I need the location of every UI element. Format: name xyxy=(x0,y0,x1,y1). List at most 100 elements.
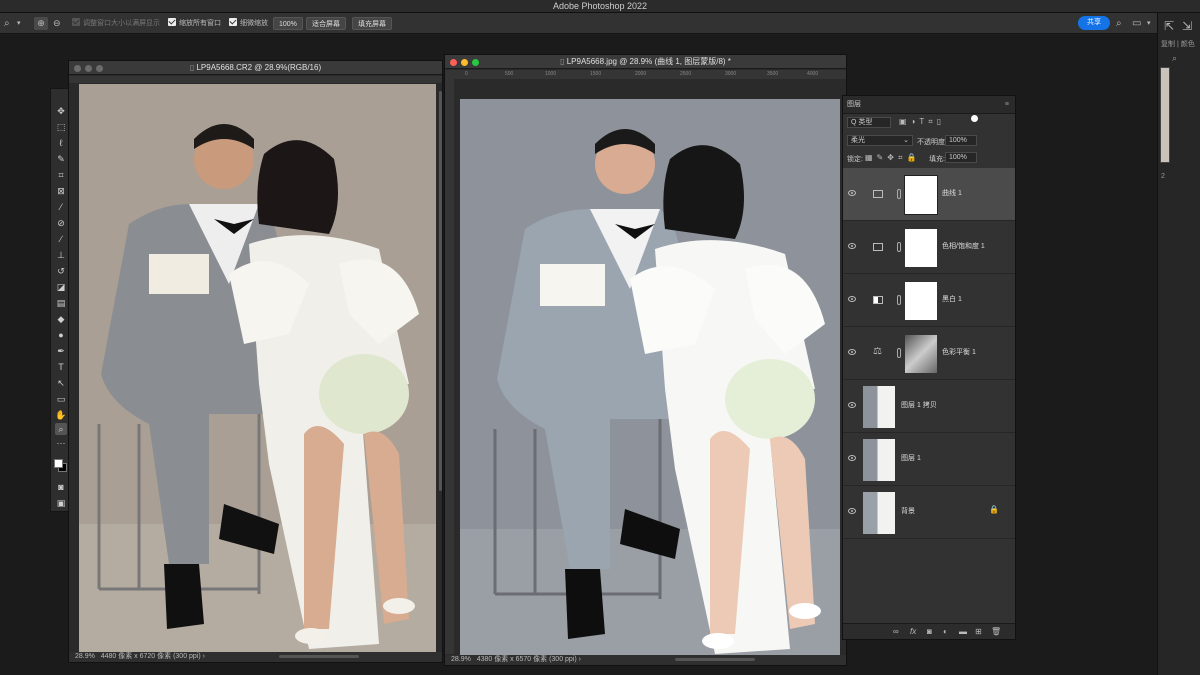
photo-canvas-edited[interactable] xyxy=(460,99,840,655)
layer-thumbnail[interactable] xyxy=(863,386,895,428)
visibility-eye-icon[interactable] xyxy=(848,190,856,196)
doc-tab[interactable]: ▯ LP9A5668.jpg @ 28.9% (曲线 1, 图层蒙版/8) * xyxy=(445,55,846,69)
type-tool-icon[interactable]: T xyxy=(55,361,67,373)
layer-row-layer1[interactable]: 图层 1 xyxy=(843,433,1015,486)
expand-icon[interactable]: ⇱ xyxy=(1164,19,1174,33)
layer-mask-thumbnail[interactable] xyxy=(905,335,937,373)
layer-row-black-white[interactable]: 黑白 1 xyxy=(843,274,1015,327)
close-window-icon[interactable] xyxy=(74,65,81,72)
layer-mask-thumbnail[interactable] xyxy=(904,175,938,215)
panel-menu-icon[interactable]: ≡ xyxy=(1005,96,1009,114)
crop-tool-icon[interactable]: ⌗ xyxy=(55,169,67,181)
layer-name[interactable]: 背景 xyxy=(901,506,915,516)
group-icon[interactable]: ▬ xyxy=(959,627,967,636)
eraser-tool-icon[interactable]: ◪ xyxy=(55,281,67,293)
layer-name[interactable]: 色相/饱和度 1 xyxy=(942,241,985,251)
visibility-eye-icon[interactable] xyxy=(848,296,856,302)
workspace-icon[interactable]: ▭ xyxy=(1132,17,1141,30)
zoom-out-icon[interactable]: ⊖ xyxy=(53,17,61,30)
chevron-down-icon[interactable]: ▾ xyxy=(17,17,21,30)
layer-row-hue-saturation[interactable]: 色相/饱和度 1 xyxy=(843,221,1015,274)
vertical-scrollbar[interactable] xyxy=(439,91,442,491)
link-icon[interactable] xyxy=(897,348,901,358)
layer-name[interactable]: 图层 1 xyxy=(901,453,921,463)
visibility-eye-icon[interactable] xyxy=(848,402,856,408)
share-button[interactable]: 共享 xyxy=(1078,16,1110,30)
link-icon[interactable] xyxy=(897,295,901,305)
link-layers-icon[interactable]: ∞ xyxy=(893,627,899,636)
scrubby-zoom-checkbox[interactable] xyxy=(229,18,237,26)
chevron-down-icon[interactable]: ▾ xyxy=(1147,17,1151,30)
layer-filter-select[interactable]: Q 类型 xyxy=(847,117,891,128)
lock-icons[interactable]: ▦✎✥⌗🔒 xyxy=(865,153,920,163)
zoom-all-windows-option[interactable]: 缩放所有窗口 xyxy=(168,17,221,30)
visibility-eye-icon[interactable] xyxy=(848,243,856,249)
path-select-icon[interactable]: ↖ xyxy=(55,377,67,389)
photo-canvas-raw[interactable] xyxy=(79,84,436,652)
layer-name[interactable]: 黑白 1 xyxy=(942,294,962,304)
horizontal-scrollbar[interactable] xyxy=(675,658,755,661)
delete-layer-icon[interactable]: 🗑 xyxy=(991,627,1001,636)
fill-screen-button[interactable]: 填充屏幕 xyxy=(352,17,392,30)
zoom-tool-icon[interactable]: ⌕ xyxy=(55,423,67,435)
filter-toggle-icon[interactable] xyxy=(971,115,978,122)
layer-thumbnail[interactable] xyxy=(863,439,895,481)
rectangle-tool-icon[interactable]: ▭ xyxy=(55,393,67,405)
layer-row-color-balance[interactable]: ⚖ 色彩平衡 1 xyxy=(843,327,1015,380)
screen-mode-icon[interactable]: ▣ xyxy=(55,497,67,509)
document-window-raw[interactable]: ▯ LP9A5668.CR2 @ 28.9%(RGB/16) 28.9% 448… xyxy=(68,60,443,663)
layer-row-layer1-copy[interactable]: 图层 1 拷贝 xyxy=(843,380,1015,433)
fit-screen-button[interactable]: 适合屏幕 xyxy=(306,17,346,30)
zoom-all-checkbox[interactable] xyxy=(168,18,176,26)
clone-stamp-icon[interactable]: ⊥ xyxy=(55,249,67,261)
minimize-window-icon[interactable] xyxy=(461,59,468,66)
visibility-eye-icon[interactable] xyxy=(848,455,856,461)
horizontal-scrollbar[interactable] xyxy=(279,655,359,658)
layer-row-background[interactable]: 背景 🔒 xyxy=(843,486,1015,539)
lasso-tool-icon[interactable]: ℓ xyxy=(55,137,67,149)
layer-mask-thumbnail[interactable] xyxy=(905,282,937,320)
visibility-eye-icon[interactable] xyxy=(848,349,856,355)
minimize-window-icon[interactable] xyxy=(85,65,92,72)
opacity-field[interactable]: 100% xyxy=(945,135,977,146)
document-window-jpg[interactable]: ▯ LP9A5668.jpg @ 28.9% (曲线 1, 图层蒙版/8) * … xyxy=(444,54,847,666)
more-tools-icon[interactable]: ··· xyxy=(55,437,67,449)
layer-thumbnail[interactable] xyxy=(863,492,895,534)
link-icon[interactable] xyxy=(897,242,901,252)
quick-select-tool-icon[interactable]: ✎ xyxy=(55,153,67,165)
zoom-in-icon[interactable]: ⊕ xyxy=(34,17,48,30)
filter-icons[interactable]: ▣◑T⌗▯ xyxy=(899,117,945,127)
hand-tool-icon[interactable]: ✋ xyxy=(55,409,67,421)
pen-tool-icon[interactable]: ✒ xyxy=(55,345,67,357)
fx-icon[interactable]: fx xyxy=(910,627,916,636)
zoom-100-button[interactable]: 100% xyxy=(273,17,303,30)
maximize-window-icon[interactable] xyxy=(472,59,479,66)
resize-windows-checkbox[interactable] xyxy=(72,18,80,26)
zoom-tool-icon[interactable]: ⌕ xyxy=(4,17,10,30)
layer-mask-thumbnail[interactable] xyxy=(905,229,937,267)
visibility-eye-icon[interactable] xyxy=(848,508,856,514)
healing-brush-icon[interactable]: ⊘ xyxy=(55,217,67,229)
marquee-tool-icon[interactable]: ⬚ xyxy=(55,121,67,133)
foreground-color-swatch[interactable] xyxy=(54,459,63,468)
resize-windows-option[interactable]: 调整窗口大小以满屏显示 xyxy=(72,17,160,30)
brush-tool-icon[interactable]: ∕ xyxy=(55,233,67,245)
gradient-tool-icon[interactable]: ▤ xyxy=(55,297,67,309)
add-mask-icon[interactable]: ◙ xyxy=(927,627,932,636)
doc-tab[interactable]: ▯ LP9A5668.CR2 @ 28.9%(RGB/16) xyxy=(69,61,442,75)
layer-name[interactable]: 图层 1 拷贝 xyxy=(901,400,937,410)
dodge-tool-icon[interactable]: ● xyxy=(55,329,67,341)
scrubby-zoom-option[interactable]: 细微缩放 xyxy=(229,17,268,30)
close-window-icon[interactable] xyxy=(450,59,457,66)
eyedropper-tool-icon[interactable]: ⁄ xyxy=(55,201,67,213)
new-layer-icon[interactable]: ⊞ xyxy=(975,627,982,636)
status-arrow-icon[interactable]: › xyxy=(579,656,581,663)
link-icon[interactable] xyxy=(897,189,901,199)
maximize-window-icon[interactable] xyxy=(96,65,103,72)
move-tool-icon[interactable]: ✥ xyxy=(55,105,67,117)
layers-panel-title[interactable]: 图层 xyxy=(847,101,861,108)
fill-field[interactable]: 100% xyxy=(945,152,977,163)
adjustment-layer-icon[interactable]: ◐ xyxy=(943,627,948,636)
blur-tool-icon[interactable]: ◆ xyxy=(55,313,67,325)
frame-tool-icon[interactable]: ⊠ xyxy=(55,185,67,197)
